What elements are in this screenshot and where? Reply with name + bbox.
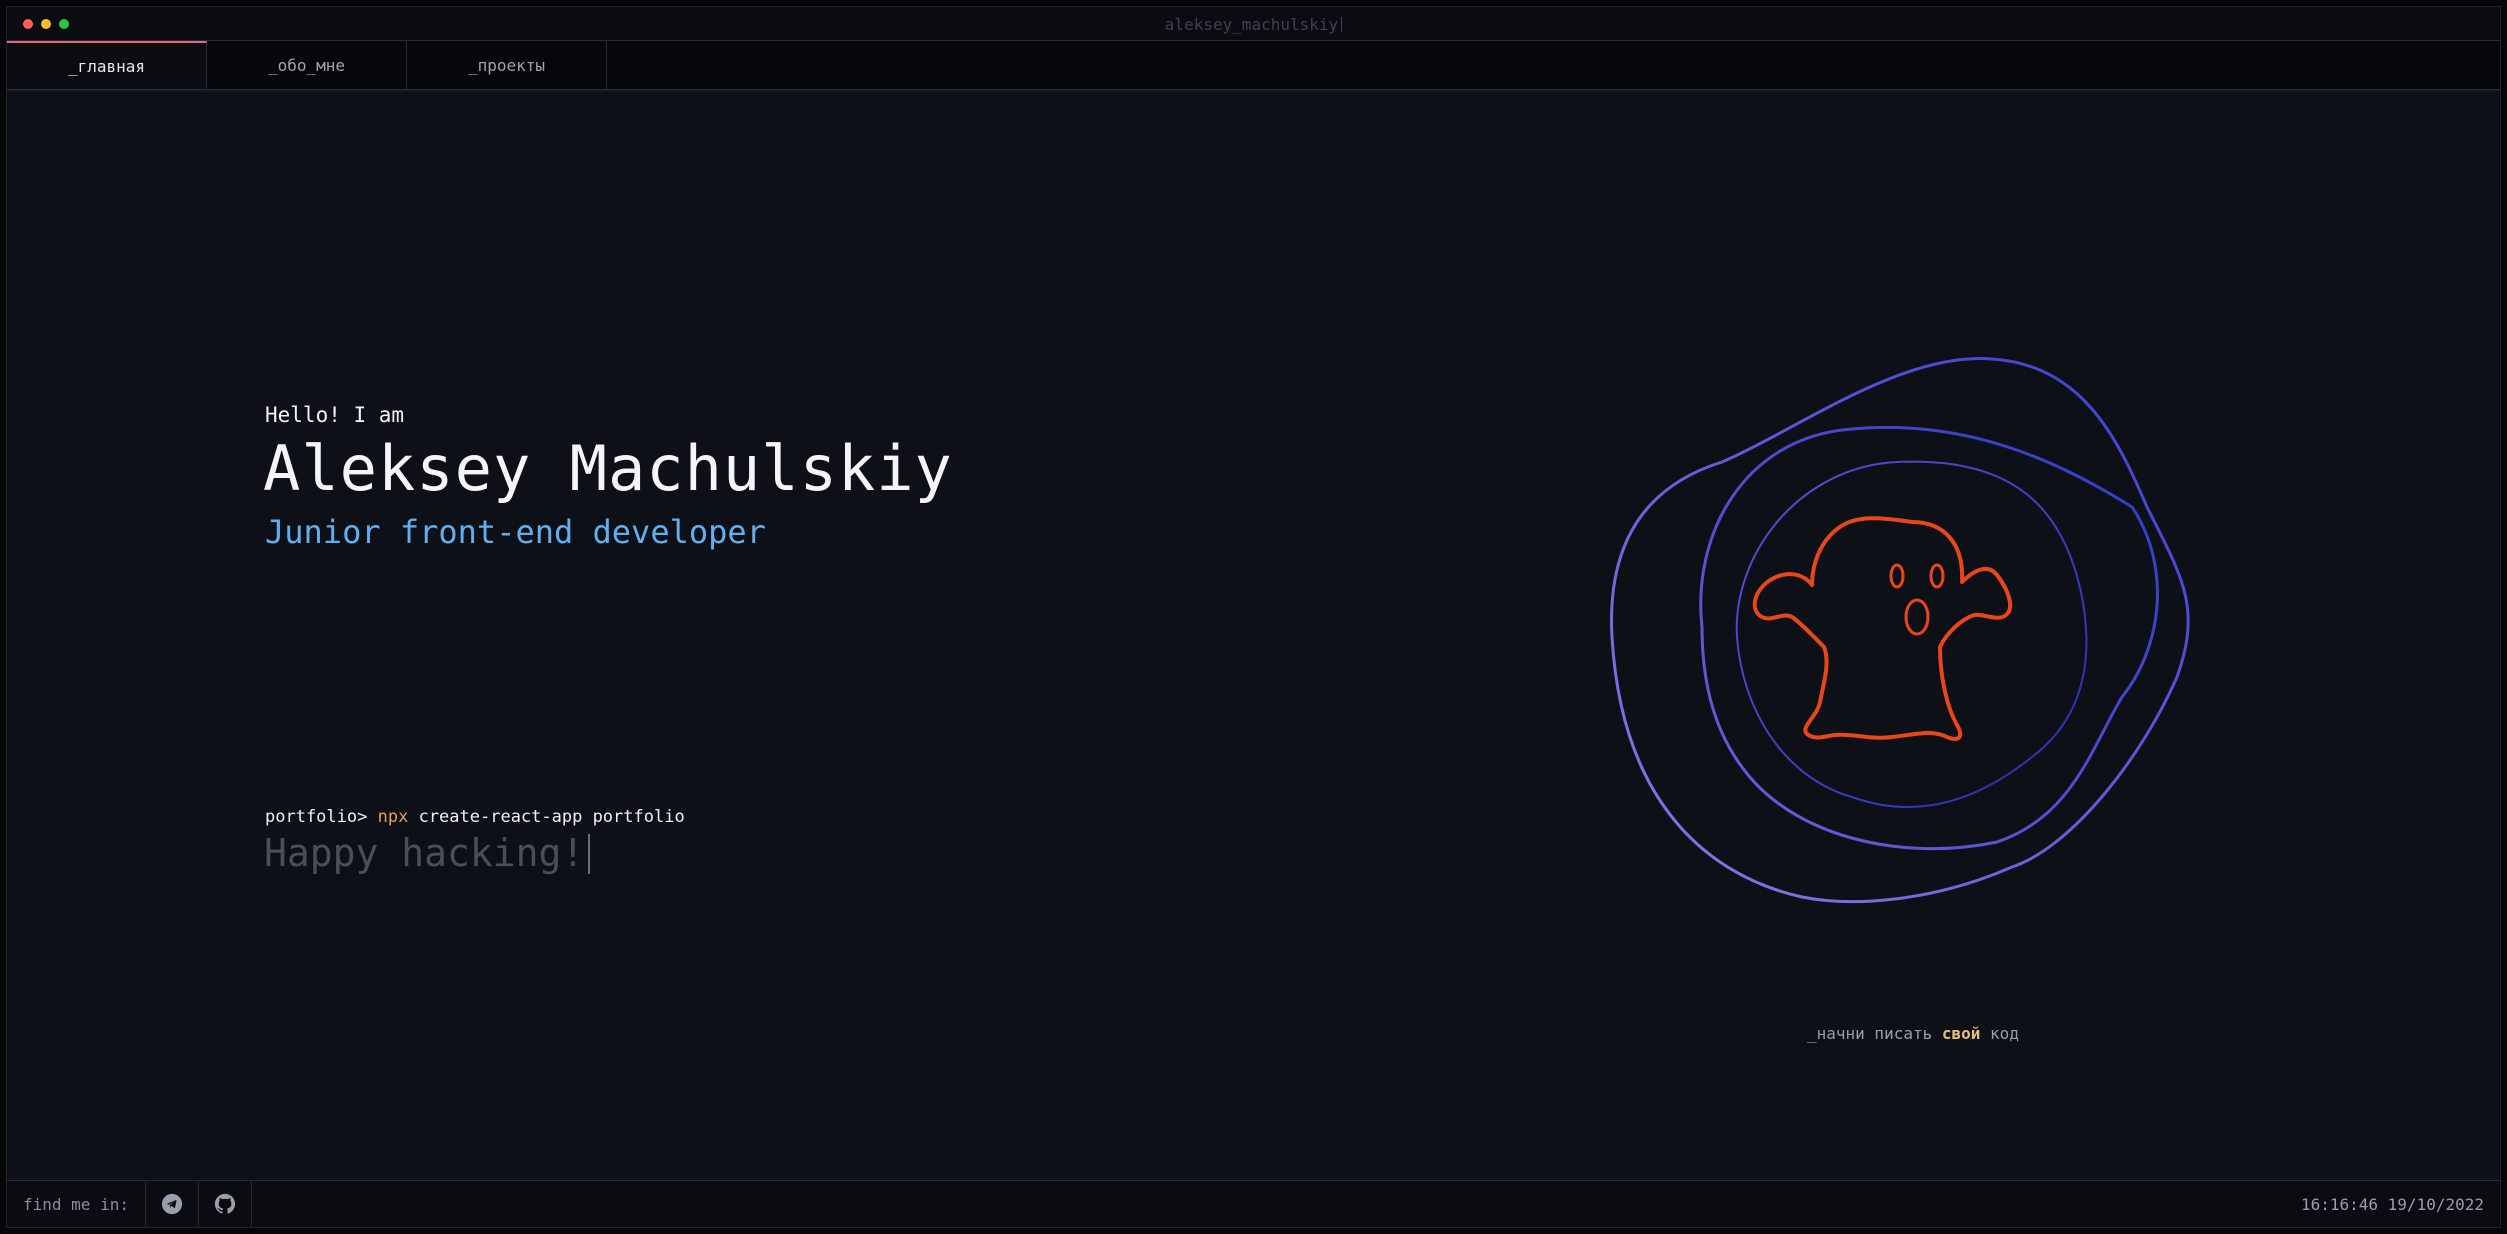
- telegram-link[interactable]: [146, 1181, 199, 1227]
- tagline-highlight: свой: [1941, 1024, 1981, 1043]
- greeting: Hello! I am: [265, 403, 405, 427]
- outer-ring: [1610, 357, 2190, 904]
- tagline: _начни писать свой код: [1807, 1024, 2019, 1043]
- tab-home[interactable]: _главная: [7, 41, 207, 89]
- terminal-command: portfolio> npx create-react-app portfoli…: [265, 807, 685, 827]
- github-link[interactable]: [199, 1181, 252, 1227]
- hero-role: Junior front-end developer: [265, 513, 766, 551]
- title-caret: [1341, 17, 1343, 32]
- title-bar: aleksey_machulskiy: [7, 7, 2500, 41]
- ghost-illustration: [1610, 357, 2190, 904]
- tab-about[interactable]: _обо_мне: [207, 41, 407, 89]
- inner-ring: [1735, 460, 2088, 808]
- ghost-icon: [1752, 516, 2013, 741]
- window-title: aleksey_machulskiy: [7, 15, 2500, 34]
- middle-ring: [1699, 425, 2159, 851]
- ghost-right-eye: [1929, 563, 1945, 589]
- find-me-label: find me in:: [7, 1181, 146, 1227]
- terminal-output: Happy hacking!: [264, 831, 591, 875]
- tab-projects[interactable]: _проекты: [407, 41, 607, 89]
- window-title-text: aleksey_machulskiy: [1164, 15, 1339, 34]
- footer: find me in: 16:16:46 19/10/2022: [7, 1180, 2500, 1227]
- tab-bar: _главная _обо_мне _проекты: [7, 41, 2500, 90]
- github-icon: [214, 1193, 236, 1214]
- tagline-start: _начни писать: [1807, 1024, 1933, 1043]
- hero-name: Aleksey Machulskiy: [263, 432, 953, 505]
- tagline-end: код: [1990, 1024, 2019, 1043]
- command-keyword: npx: [377, 807, 409, 827]
- telegram-icon: [161, 1193, 183, 1215]
- ghost-mouth: [1904, 598, 1930, 636]
- text-cursor: [588, 834, 591, 874]
- app-window: aleksey_machulskiy _главная _обо_мне _пр…: [6, 6, 2501, 1228]
- terminal-output-text: Happy hacking!: [264, 831, 585, 875]
- terminal-prompt: portfolio>: [265, 807, 368, 827]
- ghost-left-eye: [1889, 563, 1905, 589]
- datetime-display: 16:16:46 19/10/2022: [2300, 1194, 2484, 1214]
- command-args: create-react-app portfolio: [418, 807, 685, 827]
